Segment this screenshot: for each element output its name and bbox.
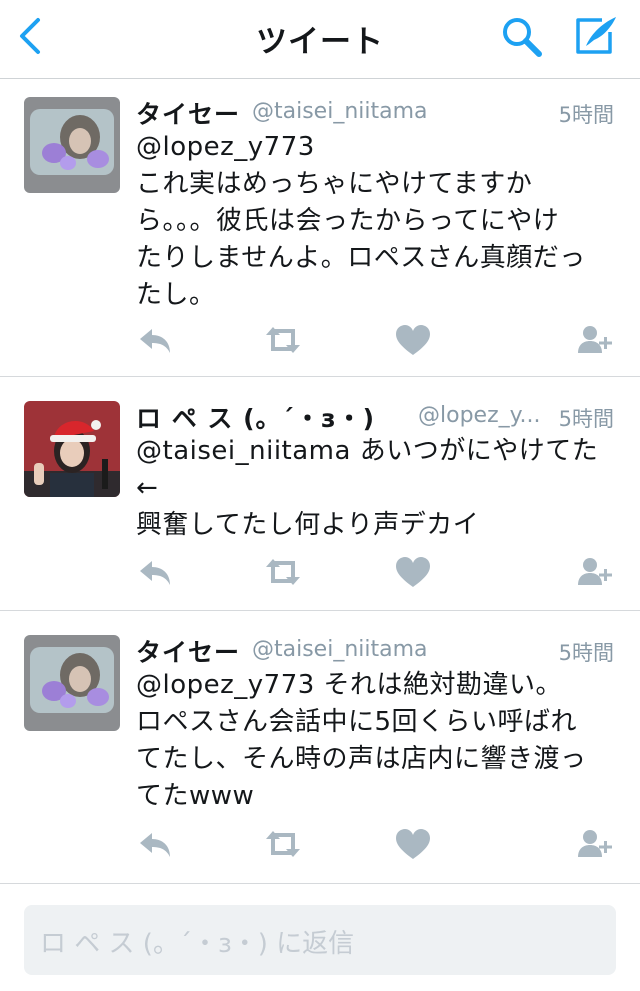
retweet-icon[interactable] xyxy=(264,827,302,861)
tweet-author-name[interactable]: ロ ペ ス (。´・з・) xyxy=(136,399,375,435)
like-icon[interactable] xyxy=(394,555,432,589)
page-title: ツイート xyxy=(256,24,384,60)
reply-icon[interactable] xyxy=(136,555,174,589)
avatar[interactable] xyxy=(24,401,120,497)
like-icon[interactable] xyxy=(394,323,432,357)
retweet-icon[interactable] xyxy=(264,323,302,357)
tweet-text: @lopez_y773 それは絶対勘違い。 ロペスさん会話中に5回くらい呼ばれ … xyxy=(136,670,587,811)
retweet-icon[interactable] xyxy=(264,555,302,589)
tweet-author-handle[interactable]: @taisei_niitama xyxy=(252,99,428,124)
tweet-item[interactable]: タイセー @taisei_niitama 5時間 @lopez_y773 これ実… xyxy=(0,79,640,377)
follow-icon[interactable] xyxy=(576,555,614,589)
tweet-author-handle[interactable]: @taisei_niitama xyxy=(252,637,428,662)
tweet-author-name[interactable]: タイセー xyxy=(136,633,240,669)
tweet-author-handle[interactable]: @lopez_y... xyxy=(418,403,540,428)
tweet-item[interactable]: タイセー @taisei_niitama 5時間 @lopez_y773 それは… xyxy=(0,611,640,883)
tweet-text: @taisei_niitama あいつがにやけてた ← 興奮してたし何より声デカ… xyxy=(136,436,599,540)
reply-placeholder: ロ ペ ス (。´・з・) に返信 xyxy=(40,929,355,959)
tweet-item[interactable]: ロ ペ ス (。´・з・) @lopez_y... 5時間 @taisei_ni… xyxy=(0,377,640,611)
reply-icon[interactable] xyxy=(136,827,174,861)
avatar[interactable] xyxy=(24,635,120,731)
avatar[interactable] xyxy=(24,97,120,193)
tweet-actions xyxy=(0,827,640,867)
tweet-timestamp: 5時間 xyxy=(558,641,614,665)
nav-header: ツイート xyxy=(0,0,640,79)
tweet-text: @lopez_y773 これ実はめっちゃにやけてますか ら。。。彼氏は会ったから… xyxy=(136,132,586,310)
compose-icon[interactable] xyxy=(572,14,620,58)
search-icon[interactable] xyxy=(500,15,544,59)
follow-icon[interactable] xyxy=(576,827,614,861)
tweet-timestamp: 5時間 xyxy=(558,407,614,431)
tweet-timestamp: 5時間 xyxy=(558,103,614,127)
like-icon[interactable] xyxy=(394,827,432,861)
reply-input[interactable]: ロ ペ ス (。´・з・) に返信 xyxy=(24,905,616,975)
tweet-actions xyxy=(0,555,640,595)
tweet-author-name[interactable]: タイセー xyxy=(136,95,240,131)
follow-icon[interactable] xyxy=(576,323,614,357)
divider xyxy=(0,883,640,884)
tweet-actions xyxy=(0,323,640,363)
reply-icon[interactable] xyxy=(136,323,174,357)
